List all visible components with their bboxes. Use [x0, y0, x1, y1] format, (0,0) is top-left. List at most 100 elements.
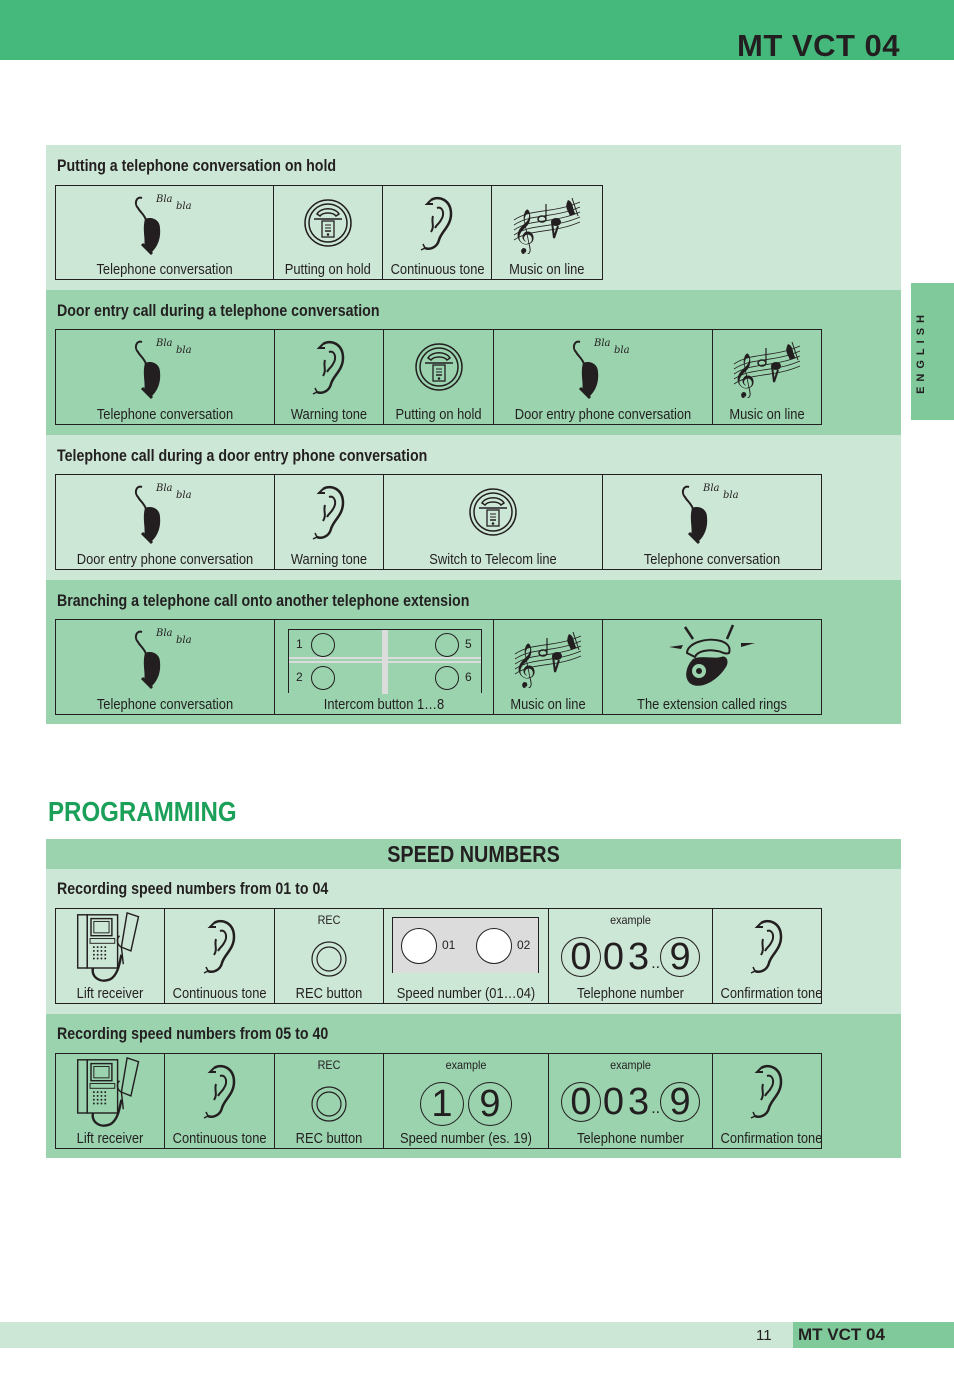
step-label: Confirmation tone — [720, 1130, 823, 1147]
button-number: 5 — [465, 637, 472, 651]
step-cell: example 0 0 3 .. 9 Telephone number — [549, 909, 713, 1003]
programming-heading: PROGRAMMING — [48, 796, 237, 827]
step-label: Music on line — [509, 261, 585, 278]
step-label: Lift receiver — [76, 1130, 144, 1147]
digit-circled: 0 — [560, 937, 601, 977]
section-door-entry-call: Door entry call during a telephone conve… — [46, 290, 901, 435]
step-label: Telephone number — [577, 1130, 684, 1147]
step-cell: 1 2 5 6 Intercom button 1…8 — [275, 620, 494, 714]
step-label: Speed number (01…04) — [396, 985, 536, 1002]
digit-circled: 1 — [420, 1082, 464, 1126]
step-label: Lift receiver — [76, 985, 144, 1002]
videophone-icon — [72, 911, 148, 987]
step-cell: Switch to Telecom line — [384, 475, 603, 569]
step-row: Lift receiver Continuous tone REC REC bu… — [55, 908, 822, 1004]
music-notes-icon — [513, 628, 583, 688]
example-caption: example — [610, 913, 651, 927]
step-label: Intercom button 1…8 — [323, 696, 445, 713]
step-label: Confirmation tone — [720, 985, 823, 1002]
step-cell: Telephone conversation — [56, 186, 275, 279]
button-number: 02 — [517, 938, 531, 952]
intercom-button-1 — [311, 633, 335, 657]
step-cell: Door entry phone conversation — [56, 475, 275, 569]
speed-numbers-header: SPEED NUMBERS — [46, 839, 901, 869]
step-label: Switch to Telecom line — [429, 551, 557, 568]
step-label: REC button — [295, 1130, 363, 1147]
digit-circled: 9 — [660, 1082, 701, 1122]
step-cell: example 0 0 3 .. 9 Telephone number — [549, 1054, 713, 1148]
intercom-button-5 — [435, 633, 459, 657]
ear-icon — [309, 483, 349, 543]
step-row: Telephone conversation 1 2 5 6 Intercom … — [55, 619, 822, 715]
intercom-button-6 — [435, 666, 459, 690]
step-cell: Warning tone — [275, 330, 384, 424]
digit: 3 — [628, 936, 650, 978]
step-cell: Telephone conversation — [56, 330, 275, 424]
step-label: REC button — [295, 985, 363, 1002]
procedure-title: Recording speed numbers from 01 to 04 — [57, 880, 329, 898]
step-cell: Continuous tone — [165, 909, 275, 1003]
section-branching: Branching a telephone call onto another … — [46, 580, 901, 724]
ellipsis: .. — [651, 955, 661, 972]
step-cell: Putting on hold — [274, 186, 383, 279]
speed-buttons-icon: 01 02 — [392, 917, 539, 973]
hold-button-icon — [414, 342, 464, 392]
step-cell: Music on line — [494, 620, 603, 714]
step-cell: REC REC button — [275, 1054, 384, 1148]
step-label: Putting on hold — [395, 406, 482, 423]
talking-handset-icon — [130, 334, 200, 404]
section-title: Branching a telephone call onto another … — [57, 592, 470, 610]
page-number: 11 — [756, 1327, 772, 1344]
intercom-button-2 — [311, 666, 335, 690]
talking-handset-icon — [677, 479, 747, 549]
talking-handset-icon — [130, 479, 200, 549]
step-label: Music on line — [729, 406, 805, 423]
step-label: The extension called rings — [637, 696, 787, 713]
step-label: Continuous tone — [172, 1130, 267, 1147]
digit-circled: 0 — [560, 1082, 601, 1122]
step-cell: Music on line — [492, 186, 602, 279]
ear-icon — [309, 338, 349, 398]
step-cell: Music on line — [713, 330, 821, 424]
rec-button-icon — [311, 941, 347, 977]
music-notes-icon — [512, 194, 582, 254]
step-cell: example 1 9 Speed number (es. 19) — [384, 1054, 549, 1148]
step-cell: REC REC button — [275, 909, 384, 1003]
step-label: Door entry phone conversation — [514, 406, 692, 423]
step-label: Speed number (es. 19) — [400, 1130, 532, 1147]
step-cell: Continuous tone — [165, 1054, 275, 1148]
step-label: Telephone number — [577, 985, 684, 1002]
hold-button-icon — [468, 487, 518, 537]
step-cell: Warning tone — [275, 475, 384, 569]
step-cell: Confirmation tone — [713, 909, 823, 1003]
step-cell: Confirmation tone — [713, 1054, 823, 1148]
telephone-number-digits: 0 0 3 .. 9 — [549, 1082, 712, 1122]
step-label: Continuous tone — [390, 261, 485, 278]
section-title: Putting a telephone conversation on hold — [57, 157, 337, 175]
digit-circled: 9 — [468, 1082, 512, 1126]
ringing-phone-icon — [667, 623, 757, 693]
talking-handset-icon — [130, 190, 200, 260]
step-label: Warning tone — [290, 551, 368, 568]
speed-number-digits: 1 9 — [384, 1082, 548, 1126]
digit: 0 — [602, 936, 625, 978]
ellipsis: .. — [651, 1100, 661, 1117]
procedure-01-04: Recording speed numbers from 01 to 04 Li… — [46, 869, 901, 1014]
example-caption: example — [445, 1058, 487, 1072]
step-cell: The extension called rings — [603, 620, 821, 714]
divider — [289, 661, 481, 663]
step-label: Door entry phone conversation — [76, 551, 254, 568]
ear-icon — [747, 1062, 787, 1122]
digit-circled: 9 — [660, 937, 701, 977]
talking-handset-icon — [130, 624, 200, 694]
talking-handset-icon — [568, 334, 638, 404]
digit: 3 — [628, 1081, 650, 1123]
language-tab-label: ENGLISH — [915, 309, 927, 394]
button-number: 01 — [442, 938, 456, 952]
step-label: Telephone conversation — [96, 261, 233, 278]
digit: 0 — [602, 1081, 625, 1123]
step-label: Telephone conversation — [96, 406, 234, 423]
step-cell: Door entry phone conversation — [494, 330, 713, 424]
button-number: 1 — [296, 637, 303, 651]
hold-button-icon — [303, 198, 353, 248]
